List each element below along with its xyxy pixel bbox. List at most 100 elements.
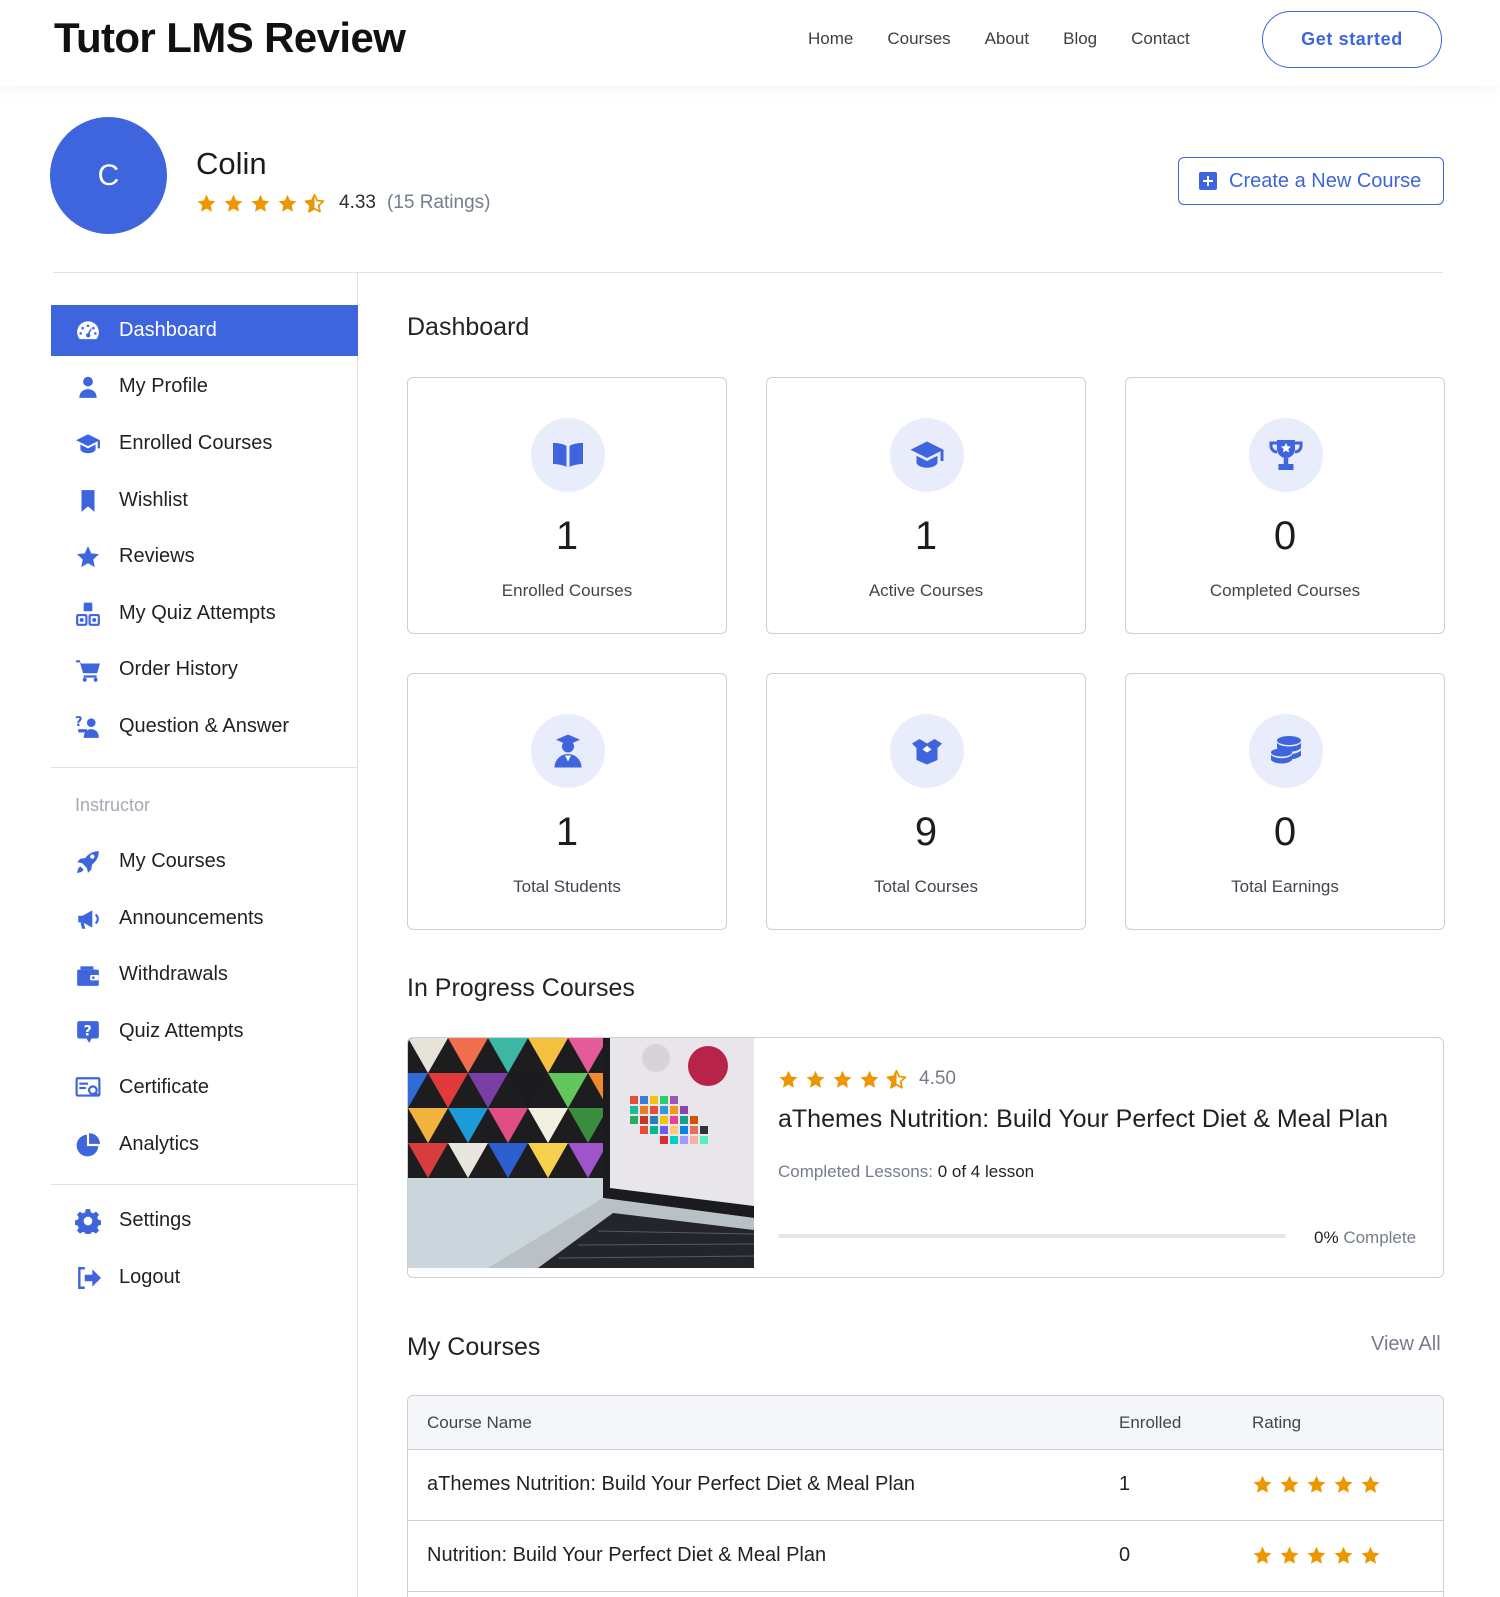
- in-progress-course-card[interactable]: 4.50 aThemes Nutrition: Build Your Perfe…: [407, 1037, 1444, 1278]
- stat-label: Enrolled Courses: [501, 581, 633, 600]
- bookmark-icon: [74, 487, 102, 515]
- box-icon: [890, 714, 964, 788]
- question-person-icon: ?: [74, 713, 102, 741]
- coins-icon: [1249, 714, 1323, 788]
- site-title[interactable]: Tutor LMS Review: [54, 14, 406, 62]
- rating-cell-stars: [1252, 1474, 1381, 1495]
- svg-text:?: ?: [84, 1023, 92, 1039]
- nav-blog[interactable]: Blog: [1063, 29, 1097, 49]
- course-progress-complete-label: Complete: [1343, 1228, 1417, 1247]
- sidebar-item-label: Dashboard: [119, 319, 217, 341]
- sidebar-item-label: Reviews: [119, 545, 195, 567]
- stat-label: Active Courses: [868, 581, 984, 600]
- wallet-icon: [74, 961, 102, 989]
- table-row[interactable]: Nutrition: Build Your Perfect Diet & Mea…: [408, 1521, 1443, 1592]
- star-half-icon: [886, 1069, 907, 1089]
- sidebar-item-label: My Quiz Attempts: [119, 602, 276, 624]
- profile-name: Colin: [196, 146, 267, 181]
- column-header-enrolled: Enrolled: [1119, 1413, 1182, 1432]
- table-row[interactable]: aThemes Nutrition: Build Your Perfect Di…: [408, 1450, 1443, 1521]
- course-rating-value: 4.50: [919, 1068, 956, 1089]
- my-courses-table: Course Name Enrolled Rating aThemes Nutr…: [407, 1395, 1444, 1597]
- course-rating: 4.50: [778, 1068, 956, 1090]
- dashboard-icon: [74, 317, 102, 345]
- profile-rating-count: (15 Ratings): [386, 192, 491, 213]
- star-filled-icon: [1280, 1546, 1299, 1564]
- stat-card-completed-courses: 0 Completed Courses: [1125, 377, 1445, 634]
- course-name-cell[interactable]: aThemes Nutrition: Build Your Perfect Di…: [427, 1473, 915, 1496]
- main-nav: Home Courses About Blog Contact: [808, 29, 1190, 49]
- completed-lessons: Completed Lessons: 0 of 4 lesson: [778, 1162, 1034, 1182]
- star-filled-icon: [1307, 1546, 1326, 1564]
- sidebar-item-analytics[interactable]: Analytics: [51, 1119, 358, 1170]
- student-icon: [531, 714, 605, 788]
- create-course-button[interactable]: Create a New Course: [1178, 157, 1444, 205]
- user-icon: [74, 373, 102, 401]
- sidebar-item-wishlist[interactable]: Wishlist: [51, 475, 358, 526]
- nav-courses[interactable]: Courses: [887, 29, 950, 49]
- nav-home[interactable]: Home: [808, 29, 853, 49]
- book-open-icon: [531, 418, 605, 492]
- cart-icon: [74, 656, 102, 684]
- gear-icon: [74, 1207, 102, 1235]
- sidebar-item-question-answer[interactable]: ? Question & Answer: [51, 701, 358, 752]
- megaphone-icon: [74, 905, 102, 933]
- stat-card-total-students: 1 Total Students: [407, 673, 727, 930]
- avatar: C: [50, 117, 167, 234]
- stat-label: Completed Courses: [1209, 581, 1361, 600]
- stat-card-total-courses: 9 Total Courses: [766, 673, 1086, 930]
- nav-about[interactable]: About: [985, 29, 1029, 49]
- profile-rating: 4.33 (15 Ratings): [196, 192, 490, 214]
- sidebar-item-my-courses[interactable]: My Courses: [51, 836, 358, 887]
- sidebar-item-label: Question & Answer: [119, 715, 290, 737]
- stat-value: 1: [555, 810, 579, 854]
- sidebar-item-reviews[interactable]: Reviews: [51, 531, 358, 582]
- column-header-rating: Rating: [1252, 1413, 1302, 1432]
- star-half-icon: [304, 193, 325, 213]
- course-title[interactable]: aThemes Nutrition: Build Your Perfect Di…: [778, 1105, 1388, 1134]
- stat-value: 9: [914, 810, 938, 854]
- stat-card-enrolled-courses: 1 Enrolled Courses: [407, 377, 727, 634]
- sidebar-item-label: Order History: [119, 658, 238, 680]
- course-progress-bar: [778, 1234, 1286, 1238]
- star-filled-icon: [1361, 1546, 1380, 1564]
- sidebar-item-label: Certificate: [119, 1076, 210, 1098]
- star-filled-icon: [1361, 1475, 1380, 1493]
- sidebar-item-enrolled-courses[interactable]: Enrolled Courses: [51, 418, 358, 469]
- sidebar-item-settings[interactable]: Settings: [51, 1195, 358, 1246]
- star-filled-icon: [1334, 1475, 1353, 1493]
- sidebar-item-logout[interactable]: Logout: [51, 1252, 358, 1303]
- enrolled-cell: 0: [1119, 1544, 1131, 1566]
- completed-lessons-label: Completed Lessons:: [778, 1162, 933, 1181]
- create-course-label: Create a New Course: [1229, 169, 1422, 192]
- table-header: Course Name Enrolled Rating: [408, 1396, 1443, 1450]
- rating-cell-stars: [1252, 1545, 1381, 1566]
- sidebar-item-certificate[interactable]: Certificate: [51, 1062, 358, 1113]
- sidebar-separator: [51, 1184, 358, 1185]
- certificate-icon: [74, 1074, 102, 1102]
- course-progress-percent: 0%: [1314, 1228, 1339, 1247]
- trophy-icon: [1249, 418, 1323, 492]
- stat-value: 0: [1273, 810, 1297, 854]
- sidebar-item-dashboard[interactable]: Dashboard: [51, 305, 358, 356]
- sidebar-item-my-profile[interactable]: My Profile: [51, 361, 358, 412]
- profile-rating-value: 4.33: [339, 192, 376, 213]
- sidebar-item-label: Wishlist: [119, 489, 188, 511]
- sidebar-item-label: Settings: [119, 1209, 192, 1231]
- svg-text:?: ?: [75, 714, 83, 729]
- course-name-cell[interactable]: Nutrition: Build Your Perfect Diet & Mea…: [427, 1544, 826, 1567]
- star-filled-icon: [1280, 1475, 1299, 1493]
- profile-rating-stars: [196, 193, 325, 214]
- get-started-button[interactable]: Get started: [1262, 11, 1442, 68]
- course-thumbnail[interactable]: [408, 1038, 754, 1268]
- sidebar-item-order-history[interactable]: Order History: [51, 644, 358, 695]
- nav-contact[interactable]: Contact: [1131, 29, 1190, 49]
- sidebar-item-withdrawals[interactable]: Withdrawals: [51, 949, 358, 1000]
- sidebar-item-quiz-attempts[interactable]: ? Quiz Attempts: [51, 1006, 358, 1057]
- sidebar-item-my-quiz-attempts[interactable]: My Quiz Attempts: [51, 588, 358, 639]
- question-box-icon: ?: [74, 1018, 102, 1046]
- stat-label: Total Earnings: [1231, 877, 1339, 896]
- view-all-link[interactable]: View All: [1371, 1333, 1441, 1356]
- star-filled-icon: [860, 1070, 879, 1088]
- sidebar-item-announcements[interactable]: Announcements: [51, 893, 358, 944]
